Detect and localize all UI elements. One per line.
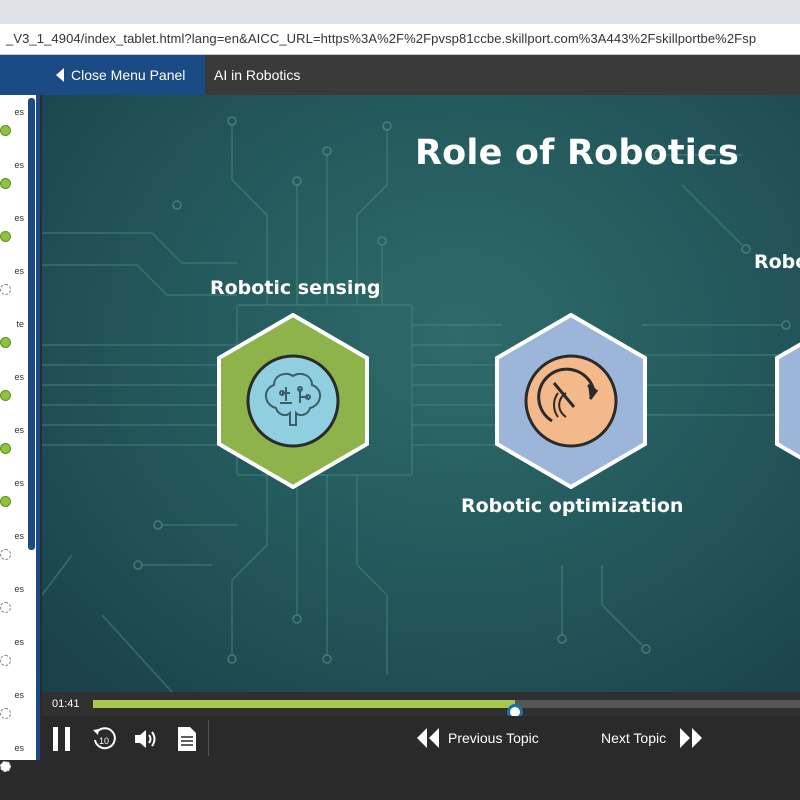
rewind-10-icon[interactable]: 10 [90,725,118,753]
robotic-sensing-label: Robotic sensing [210,277,381,299]
menu-item[interactable]: es [0,160,30,212]
chevron-left-icon [56,68,64,82]
menu-item-label: es [14,690,24,700]
menu-item[interactable]: es [0,743,30,795]
next-topic-icon[interactable] [679,727,703,749]
robotic-optimization-label: Robotic optimization [461,495,684,517]
incomplete-status-icon [0,655,11,666]
volume-icon[interactable] [132,727,160,751]
page-bottom-bar [0,760,800,800]
player-controls: 10 Previous Topic Next Topic [42,716,800,760]
third-item-hexagon[interactable] [774,313,800,489]
menu-item[interactable]: es [0,266,30,318]
complete-status-icon [0,337,11,348]
next-topic-button[interactable]: Next Topic [601,730,666,746]
robotic-sensing-hexagon[interactable] [216,313,370,489]
menu-item[interactable]: es [0,107,30,159]
progress-track[interactable] [93,700,800,720]
menu-item[interactable]: es [0,478,30,530]
menu-item-label: es [14,266,24,276]
incomplete-status-icon [0,602,11,613]
close-menu-panel-button[interactable]: Close Menu Panel [40,55,205,95]
menu-item-label: es [14,107,24,117]
browser-address-bar[interactable]: _V3_1_4904/index_tablet.html?lang=en&AIC… [0,24,800,55]
incomplete-status-icon [0,708,11,719]
menu-item-label: es [14,531,24,541]
menu-item[interactable]: te [0,319,30,371]
slide-title: Role of Robotics [415,133,739,173]
menu-item[interactable]: es [0,372,30,424]
previous-topic-button[interactable]: Previous Topic [448,730,539,746]
circuit-background [42,116,791,692]
menu-item-label: es [14,213,24,223]
complete-status-icon [0,390,11,401]
controls-divider [208,720,209,756]
url-text[interactable]: _V3_1_4904/index_tablet.html?lang=en&AIC… [6,31,756,46]
menu-item-label: es [14,743,24,753]
robotic-optimization-hexagon[interactable] [494,313,648,489]
menu-item[interactable]: es [0,637,30,689]
progress-row: 01:41 [42,692,800,720]
menu-item-label: es [14,637,24,647]
menu-item-label: es [14,160,24,170]
complete-status-icon [0,496,11,507]
svg-text:10: 10 [99,736,109,746]
transcript-icon[interactable] [176,726,198,752]
menu-item-label: te [16,319,24,329]
complete-status-icon [0,231,11,242]
menu-item[interactable]: es [0,213,30,265]
progress-fill [93,700,516,708]
previous-topic-icon[interactable] [416,727,440,749]
incomplete-status-icon [0,761,11,772]
menu-item-label: es [14,372,24,382]
menu-item[interactable]: es [0,425,30,477]
complete-status-icon [0,443,11,454]
complete-status-icon [0,178,11,189]
incomplete-status-icon [0,549,11,560]
player-header: Close Menu Panel AI in Robotics [0,55,800,95]
menu-item[interactable]: es [0,690,30,742]
slide-stage: Role of Robotics Robotic sensing Robotic… [42,95,800,692]
incomplete-status-icon [0,284,11,295]
menu-item-label: es [14,478,24,488]
menu-item-label: es [14,584,24,594]
current-time: 01:41 [52,698,80,710]
close-menu-label: Close Menu Panel [71,67,186,83]
menu-edge [0,55,40,95]
menu-item[interactable]: es [0,531,30,583]
pause-icon[interactable] [50,726,74,752]
complete-status-icon [0,125,11,136]
menu-item-label: es [14,425,24,435]
menu-item[interactable]: es [0,584,30,636]
browser-tab-strip [0,0,800,24]
course-title: AI in Robotics [214,67,301,83]
third-item-label: Robo [754,251,800,273]
